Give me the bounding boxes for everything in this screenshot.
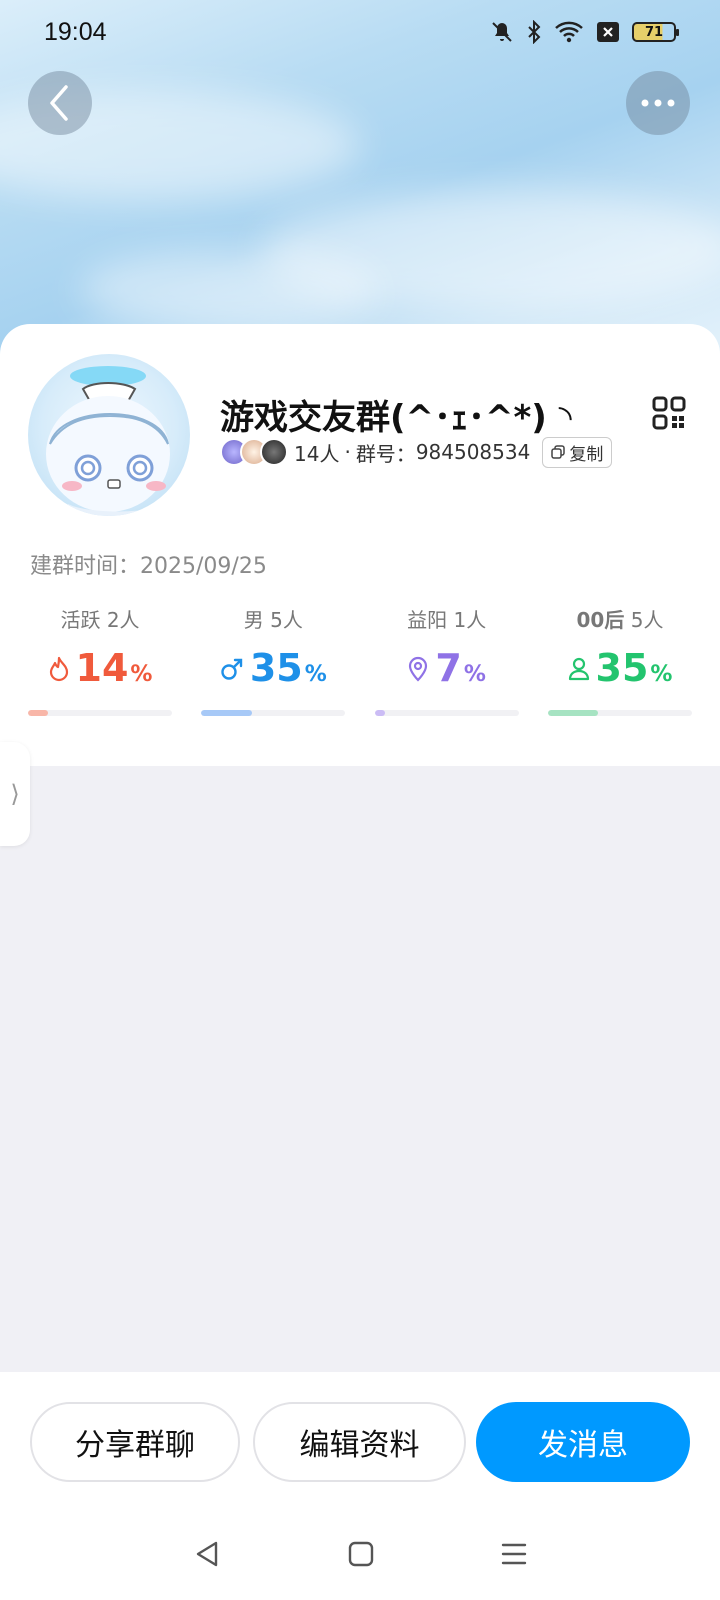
stat-label: 益阳 [407,608,448,632]
stat-value: 7 [435,646,462,690]
nav-back-icon[interactable] [192,1539,222,1569]
stat-bar [201,710,346,716]
side-drawer-handle[interactable]: ⟩ [0,742,30,846]
person-icon [568,657,589,681]
system-nav-bar [0,1508,720,1600]
group-avatar[interactable] [28,354,190,516]
stat-age[interactable]: 00后 5人 35% [547,604,692,716]
created-time: 建群时间：2025/09/25 [30,548,267,580]
flame-icon [49,656,68,682]
meta-separator: · [344,440,351,464]
stat-label: 男 [243,608,264,632]
stat-count: 5人 [630,608,664,632]
nav-menu-icon[interactable] [500,1541,528,1567]
group-id: 984508534 [415,440,531,464]
stat-unit: % [463,662,486,687]
wifi-icon [555,21,583,43]
stat-active[interactable]: 活跃 2人 14% [28,604,172,716]
status-bar: 19:04 71 [0,0,720,64]
stat-label: 活跃 [60,608,101,632]
member-count: 14人 [294,441,340,466]
stat-bar [374,710,519,716]
stat-bar [547,710,692,716]
location-pin-icon [409,656,428,682]
group-id-label: 群号： [355,441,416,466]
stat-bar-fill [201,710,252,716]
created-label: 建群时间： [30,554,141,579]
stat-bar-fill [28,710,49,716]
stat-count: 5人 [270,608,303,632]
member-avatar [260,438,288,466]
copy-button[interactable]: 复制 [542,436,613,468]
stat-unit: % [130,662,153,687]
back-button[interactable] [28,71,92,135]
status-time: 19:04 [44,17,107,46]
stat-value: 35 [595,646,649,690]
battery-icon: 71 [632,22,679,42]
stat-bar-fill [547,710,599,716]
more-dots-icon [641,99,675,107]
stat-unit: % [650,662,673,687]
stat-unit: % [304,662,327,687]
qr-code-icon[interactable] [652,396,686,430]
side-tab-glyph: ⟩ [10,780,20,808]
stat-bar [28,710,172,716]
stat-count: 2人 [106,608,140,632]
more-button[interactable] [626,71,690,135]
stat-male[interactable]: 男 5人 35% [201,604,346,716]
chevron-left-icon [50,85,68,121]
male-icon [221,658,243,680]
bluetooth-icon [528,20,541,44]
stat-value: 35 [249,646,303,690]
stat-count: 1人 [453,608,487,632]
share-group-button[interactable]: 分享群聊 [30,1402,240,1482]
group-meta-row: 14人 · 群号： 984508534 复制 [220,436,613,468]
stat-bar-fill [374,710,385,716]
group-name: 游戏交友群(^･ｪ･^*) ◝ [220,398,572,438]
stat-label: 00后 [576,608,625,632]
copy-icon [551,445,566,459]
close-box-icon [597,22,619,42]
group-info-card: 游戏交友群(^･ｪ･^*) ◝ 14人 · 群号： 984508534 复制 建… [0,324,720,766]
member-avatars[interactable] [220,438,288,466]
edit-profile-button[interactable]: 编辑资料 [253,1402,466,1482]
battery-level: 71 [644,24,664,40]
group-stats: 活跃 2人 14% 男 5人 35% 益阳 1人 7% 00后 5人 35 % [28,604,692,716]
stat-value: 14 [75,646,129,690]
mute-icon [492,22,512,42]
copy-label: 复制 [569,444,604,465]
send-message-button[interactable]: 发消息 [476,1402,690,1482]
stat-location[interactable]: 益阳 1人 7% [374,604,519,716]
nav-home-icon[interactable] [347,1540,375,1568]
created-date: 2025/09/25 [140,554,267,579]
